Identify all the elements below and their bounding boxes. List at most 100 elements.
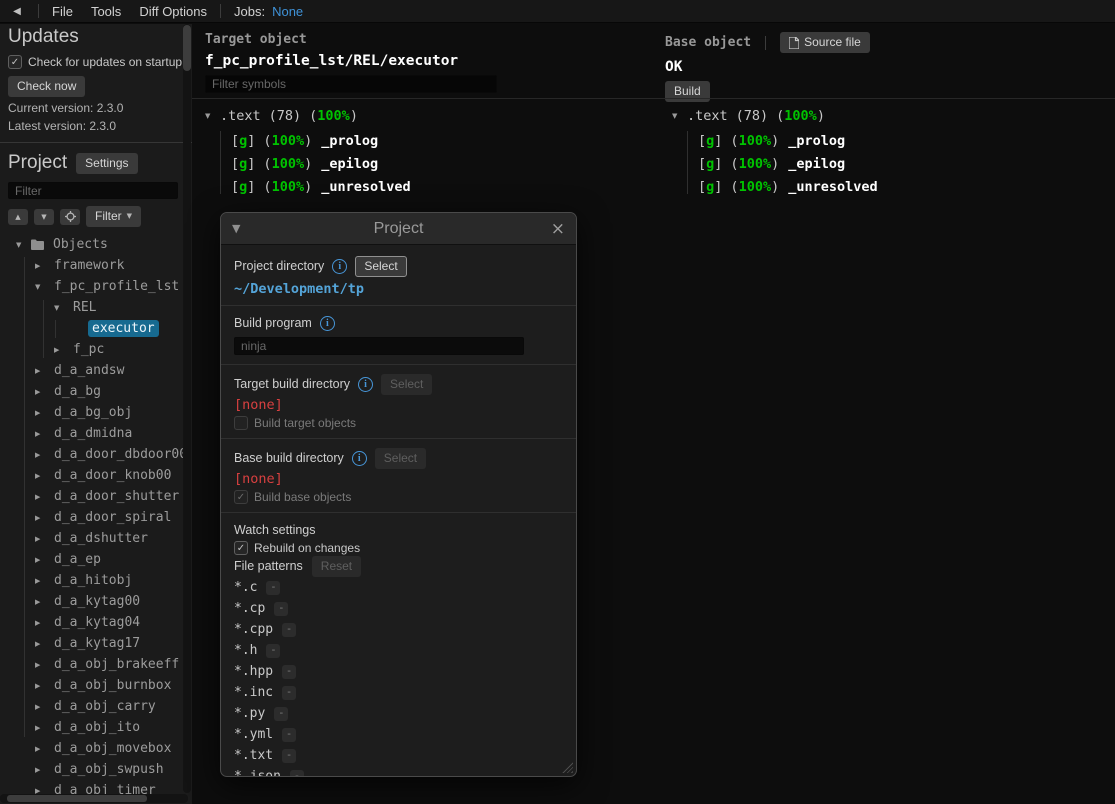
tree-row[interactable]: ▶ d_a_bg_obj (8, 402, 184, 423)
tree-row[interactable]: ▶ d_a_dshutter (8, 528, 184, 549)
tree-expand-icon[interactable]: ▶ (35, 640, 50, 648)
filter-dropdown[interactable]: Filter ▼ (86, 206, 141, 227)
reset-patterns-button[interactable]: Reset (312, 556, 361, 577)
tree-row[interactable]: ▶ d_a_obj_ito (8, 717, 184, 738)
tree-row[interactable]: ▶ d_a_door_dbdoor00 (8, 444, 184, 465)
symbol-row[interactable]: [g] (100%) _unresolved (698, 175, 878, 198)
symbol-row[interactable]: [g] (100%) _epilog (231, 152, 411, 175)
tree-expand-icon[interactable]: ▶ (35, 451, 50, 459)
tree-row[interactable]: ▶ d_a_andsw (8, 360, 184, 381)
section-header[interactable]: ▼ .text (78) (100%) (205, 105, 411, 127)
target-build-select-button[interactable]: Select (381, 374, 432, 395)
symbol-row[interactable]: [g] (100%) _epilog (698, 152, 878, 175)
tree-expand-icon[interactable]: ▶ (35, 661, 50, 669)
tree-row[interactable]: ▶ f_pc (8, 339, 184, 360)
project-settings-button[interactable]: Settings (76, 153, 137, 174)
tree-expand-icon[interactable]: ▶ (35, 535, 50, 543)
tree-expand-icon[interactable]: ▶ (35, 367, 50, 375)
tree-expand-icon[interactable]: ▶ (35, 388, 50, 396)
tree-expand-icon[interactable]: ▶ (35, 766, 50, 774)
tree-row[interactable]: ▶ d_a_ep (8, 549, 184, 570)
tree-expand-icon[interactable]: ▶ (54, 346, 69, 354)
menu-tools[interactable]: Tools (82, 4, 130, 19)
tree-row[interactable]: ▶ d_a_obj_carry (8, 696, 184, 717)
tree-expand-icon[interactable]: ▶ (35, 430, 50, 438)
tree-expand-icon[interactable]: ▶ (35, 262, 50, 270)
tree-expand-icon[interactable]: ▶ (35, 493, 50, 501)
dialog-header[interactable]: ▼ Project × (221, 213, 576, 244)
tree-row[interactable]: ▶ d_a_door_shutter (8, 486, 184, 507)
symbol-row[interactable]: [g] (100%) _unresolved (231, 175, 411, 198)
resize-handle[interactable] (562, 762, 573, 773)
sidebar-vscroll-thumb[interactable] (183, 25, 191, 71)
tree-expand-icon[interactable]: ▶ (35, 577, 50, 585)
tree-row[interactable]: ▶ d_a_obj_burnbox (8, 675, 184, 696)
tree-row[interactable]: ▶ d_a_obj_movebox (8, 738, 184, 759)
tree-row[interactable]: executor (8, 318, 184, 339)
project-directory-select-button[interactable]: Select (355, 256, 406, 277)
check-now-button[interactable]: Check now (8, 76, 85, 97)
remove-pattern-button[interactable]: - (282, 749, 296, 763)
tree-row[interactable]: ▶ d_a_kytag17 (8, 633, 184, 654)
locate-current-icon[interactable] (60, 209, 80, 225)
collapse-dialog-icon[interactable]: ▼ (232, 222, 252, 235)
tree-row[interactable]: ▶ framework (8, 255, 184, 276)
symbol-row[interactable]: [g] (100%) _prolog (231, 129, 411, 152)
section-header[interactable]: ▼ .text (78) (100%) (672, 105, 878, 127)
pattern-row: *.inc - (234, 682, 563, 703)
tree-row[interactable]: ▼ REL (8, 297, 184, 318)
menu-diff-options[interactable]: Diff Options (130, 4, 216, 19)
back-icon[interactable]: ◀ (0, 6, 34, 17)
tree-expand-icon[interactable]: ▶ (35, 514, 50, 522)
menu-file[interactable]: File (43, 4, 82, 19)
remove-pattern-button[interactable]: - (274, 707, 288, 721)
tree-expand-icon[interactable]: ▼ (16, 241, 31, 249)
sidebar-hscroll-thumb[interactable] (7, 795, 147, 802)
remove-pattern-button[interactable]: - (282, 623, 296, 637)
tree-expand-icon[interactable]: ▶ (35, 724, 50, 732)
symbol-row[interactable]: [g] (100%) _prolog (698, 129, 878, 152)
remove-pattern-button[interactable]: - (266, 581, 280, 595)
symbol-filter-input[interactable] (205, 75, 497, 93)
project-filter-input[interactable] (8, 182, 178, 199)
tree-row[interactable]: ▶ d_a_bg (8, 381, 184, 402)
tree-expand-icon[interactable]: ▶ (35, 598, 50, 606)
tree-expand-icon[interactable]: ▼ (54, 304, 69, 312)
tree-row[interactable]: ▶ d_a_obj_brakeeff (8, 654, 184, 675)
remove-pattern-button[interactable]: - (290, 770, 304, 777)
tree-expand-icon[interactable]: ▶ (35, 703, 50, 711)
build-base-objects-checkbox[interactable] (234, 490, 248, 504)
remove-pattern-button[interactable]: - (266, 644, 280, 658)
move-up-button[interactable]: ▲ (8, 209, 28, 225)
collapse-icon[interactable]: ▼ (672, 112, 687, 120)
tree-row[interactable]: ▶ d_a_hitobj (8, 570, 184, 591)
tree-row[interactable]: ▶ d_a_door_knob00 (8, 465, 184, 486)
remove-pattern-button[interactable]: - (274, 602, 288, 616)
remove-pattern-button[interactable]: - (282, 728, 296, 742)
build-target-objects-checkbox[interactable] (234, 416, 248, 430)
tree-row[interactable]: ▶ d_a_obj_swpush (8, 759, 184, 780)
tree-expand-icon[interactable]: ▶ (35, 409, 50, 417)
close-icon[interactable]: × (545, 219, 565, 239)
remove-pattern-button[interactable]: - (282, 686, 296, 700)
tree-expand-icon[interactable]: ▶ (35, 556, 50, 564)
tree-expand-icon[interactable]: ▶ (35, 682, 50, 690)
move-down-button[interactable]: ▼ (34, 209, 54, 225)
tree-expand-icon[interactable]: ▶ (35, 745, 50, 753)
tree-row[interactable]: ▶ d_a_door_spiral (8, 507, 184, 528)
tree-row[interactable]: ▶ d_a_kytag00 (8, 591, 184, 612)
startup-updates-checkbox[interactable] (8, 55, 22, 69)
source-file-button[interactable]: Source file (780, 32, 870, 53)
collapse-icon[interactable]: ▼ (205, 112, 220, 120)
rebuild-on-changes-checkbox[interactable] (234, 541, 248, 555)
remove-pattern-button[interactable]: - (282, 665, 296, 679)
tree-row[interactable]: ▶ d_a_dmidna (8, 423, 184, 444)
tree-expand-icon[interactable]: ▶ (35, 619, 50, 627)
tree-row[interactable]: ▼ f_pc_profile_lst (8, 276, 184, 297)
tree-row[interactable]: ▶ d_a_kytag04 (8, 612, 184, 633)
build-program-input[interactable] (234, 337, 524, 355)
tree-row[interactable]: ▼ Objects (8, 234, 184, 255)
tree-expand-icon[interactable]: ▶ (35, 472, 50, 480)
tree-expand-icon[interactable]: ▼ (35, 283, 50, 291)
base-build-select-button[interactable]: Select (375, 448, 426, 469)
